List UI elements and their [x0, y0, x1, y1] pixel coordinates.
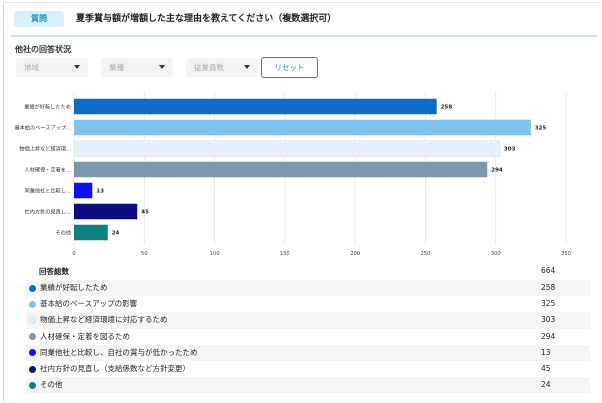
region-filter-placeholder: 地域 [24, 63, 39, 72]
legend-dot-icon [29, 349, 36, 357]
bar [74, 224, 108, 241]
bar-value-label: 325 [535, 126, 547, 132]
bar-value-label: 24 [112, 231, 120, 237]
x-tick-label: 300 [491, 251, 501, 257]
list-item-value: 45 [541, 363, 551, 373]
question-badge: 質問 [14, 11, 64, 27]
x-tick-label: 200 [350, 251, 360, 257]
bar [74, 161, 488, 178]
y-category-label: その他 [55, 229, 71, 237]
y-category-label: 同業他社と比較し... [25, 187, 72, 195]
x-tick-label: 350 [561, 251, 571, 257]
list-item-label: 同業他社と比較し、自社の賞与が低かったため [40, 347, 198, 357]
bar [74, 98, 437, 115]
legend-dot-icon [29, 333, 36, 341]
x-tick-label: 150 [280, 251, 290, 257]
industry-filter-placeholder: 業種 [109, 63, 124, 72]
summary-list: 業績が好転したため 258 基本給のベースアップの影響 325 物価上昇など経済… [26, 280, 590, 394]
y-category-label: 業績が好転したため [24, 103, 71, 111]
y-category-label: 社内方針の見直し... [25, 208, 72, 216]
list-item: 業績が好転したため 258 [26, 280, 590, 297]
chevron-down-icon [159, 65, 165, 69]
y-category-label: 人材確保・定着を... [25, 166, 72, 174]
bar-value-label: 45 [141, 210, 149, 216]
list-item-value: 13 [541, 347, 551, 357]
y-category-label: 物価上昇など経済環... [19, 145, 71, 153]
legend-dot-icon [29, 381, 36, 389]
bar [73, 140, 501, 157]
section-title: 他社の回答状況 [15, 45, 71, 54]
bar-chart: 0 50 100 150 200 250 300 350 業績が好転したため 258 基本給のベース… [14, 92, 571, 257]
region-filter-select[interactable]: 地域 [16, 58, 88, 77]
list-item-value: 258 [541, 283, 556, 292]
employee-count-filter-select[interactable]: 従業員数 [186, 58, 258, 77]
legend-dot-icon [29, 284, 36, 292]
chevron-down-icon [74, 65, 80, 69]
y-category-label: 基本給のベースアップ... [14, 124, 71, 132]
list-item-label: 基本給のベースアップの影響 [40, 299, 138, 309]
total-responses-label: 回答総数 [39, 267, 69, 276]
legend-dot-icon [29, 300, 36, 308]
reset-button[interactable]: リセット [261, 57, 318, 78]
x-tick-label: 100 [210, 251, 220, 257]
list-item: 物価上昇など経済環境に対応するため 303 [26, 312, 590, 329]
bar [74, 119, 531, 136]
list-item-value: 325 [541, 299, 556, 309]
x-tick-label: 250 [420, 251, 430, 257]
list-item-value: 303 [541, 315, 556, 325]
list-item-label: 物価上昇など経済環境に対応するため [40, 315, 168, 325]
list-item-value: 24 [541, 380, 551, 390]
bar-value-label: 13 [96, 189, 104, 195]
industry-filter-select[interactable]: 業種 [101, 58, 173, 77]
employee-count-filter-placeholder: 従業員数 [194, 63, 224, 72]
bar [74, 182, 93, 199]
list-item-label: 業績が好転したため [40, 283, 108, 292]
list-item-label: その他 [40, 380, 63, 390]
bar-value-label: 294 [491, 168, 503, 174]
bar [74, 203, 138, 220]
bar-value-label: 258 [441, 105, 453, 111]
total-responses-value: 664 [541, 266, 556, 275]
list-item: 社内方針の見直し（支給係数など方針変更） 45 [26, 361, 590, 377]
list-item-label: 社内方針の見直し（支給係数など方針変更） [40, 363, 190, 373]
legend-dot-icon [29, 316, 36, 324]
chart-bars [73, 98, 531, 241]
question-divider [10, 35, 598, 37]
list-item: 人材確保・定着を図るため 294 [26, 329, 590, 345]
list-item: 同業他社と比較し、自社の賞与が低かったため 13 [26, 344, 590, 361]
bar-value-label: 303 [504, 147, 516, 153]
question-text: 夏季賞与額が増額した主な理由を教えてください（複数選択可） [76, 14, 337, 24]
x-tick-label: 50 [141, 251, 148, 257]
legend-dot-icon [29, 365, 36, 373]
list-item: その他 24 [26, 377, 590, 394]
x-tick-label: 0 [72, 251, 75, 257]
chevron-down-icon [244, 65, 250, 69]
list-item: 基本給のベースアップの影響 325 [26, 296, 590, 312]
list-item-label: 人材確保・定着を図るため [40, 331, 130, 341]
list-item-value: 294 [541, 331, 556, 341]
